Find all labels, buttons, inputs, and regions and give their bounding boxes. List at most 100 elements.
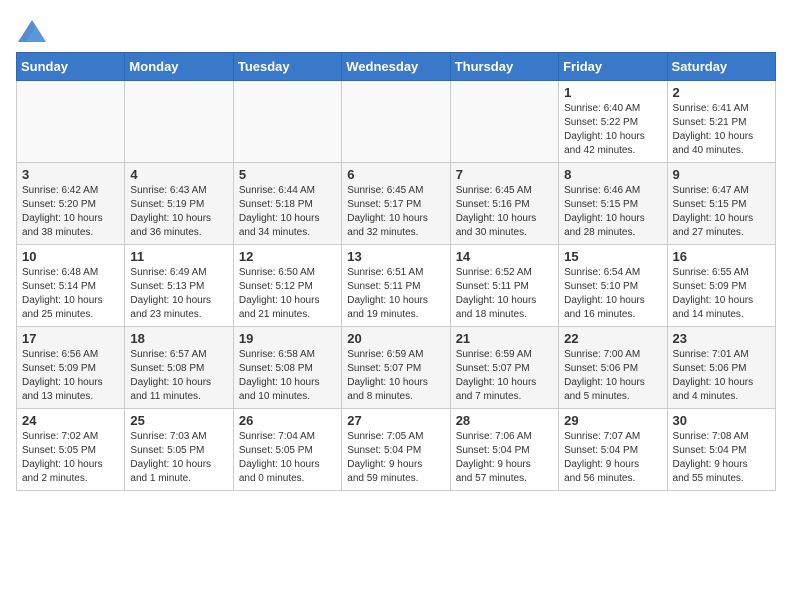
calendar-cell: 19 Sunrise: 6:58 AM Sunset: 5:08 PM Dayli…	[233, 327, 341, 409]
day-info: Sunrise: 6:57 AM Sunset: 5:08 PM Dayligh…	[130, 348, 227, 404]
day-info: Sunrise: 7:00 AM Sunset: 5:06 PM Dayligh…	[564, 348, 661, 404]
day-info: Sunrise: 6:47 AM Sunset: 5:15 PM Dayligh…	[673, 184, 770, 240]
calendar-cell: 17 Sunrise: 6:56 AM Sunset: 5:09 PM Dayli…	[17, 327, 125, 409]
calendar-cell: 10 Sunrise: 6:48 AM Sunset: 5:14 PM Dayli…	[17, 245, 125, 327]
calendar-cell: 25 Sunrise: 7:03 AM Sunset: 5:05 PM Dayli…	[125, 409, 233, 491]
calendar-cell: 29 Sunrise: 7:07 AM Sunset: 5:04 PM Dayli…	[559, 409, 667, 491]
day-number: 16	[673, 249, 770, 264]
day-number: 14	[456, 249, 553, 264]
day-info: Sunrise: 6:41 AM Sunset: 5:21 PM Dayligh…	[673, 102, 770, 158]
calendar-cell: 4Sunrise: 6:43 AM Sunset: 5:19 PM Daylig…	[125, 163, 233, 245]
day-info: Sunrise: 7:03 AM Sunset: 5:05 PM Dayligh…	[130, 430, 227, 486]
day-number: 25	[130, 413, 227, 428]
day-info: Sunrise: 6:52 AM Sunset: 5:11 PM Dayligh…	[456, 266, 553, 322]
day-number: 3	[22, 167, 119, 182]
calendar-cell: 27 Sunrise: 7:05 AM Sunset: 5:04 PM Dayli…	[342, 409, 450, 491]
calendar-cell: 23 Sunrise: 7:01 AM Sunset: 5:06 PM Dayli…	[667, 327, 775, 409]
calendar-cell: 11 Sunrise: 6:49 AM Sunset: 5:13 PM Dayli…	[125, 245, 233, 327]
day-number: 9	[673, 167, 770, 182]
day-number: 12	[239, 249, 336, 264]
calendar-header-row: SundayMondayTuesdayWednesdayThursdayFrid…	[17, 53, 776, 81]
calendar-cell	[450, 81, 558, 163]
day-info: Sunrise: 6:42 AM Sunset: 5:20 PM Dayligh…	[22, 184, 119, 240]
day-info: Sunrise: 6:58 AM Sunset: 5:08 PM Dayligh…	[239, 348, 336, 404]
day-info: Sunrise: 6:51 AM Sunset: 5:11 PM Dayligh…	[347, 266, 444, 322]
day-number: 24	[22, 413, 119, 428]
calendar-cell	[233, 81, 341, 163]
day-number: 1	[564, 85, 661, 100]
calendar-cell: 5 Sunrise: 6:44 AM Sunset: 5:18 PM Daylig…	[233, 163, 341, 245]
calendar-cell: 30 Sunrise: 7:08 AM Sunset: 5:04 PM Dayli…	[667, 409, 775, 491]
day-info: Sunrise: 6:40 AM Sunset: 5:22 PM Dayligh…	[564, 102, 661, 158]
calendar-cell	[342, 81, 450, 163]
calendar-cell	[17, 81, 125, 163]
weekday-header-wednesday: Wednesday	[342, 53, 450, 81]
calendar-cell: 1 Sunrise: 6:40 AM Sunset: 5:22 PM Daylig…	[559, 81, 667, 163]
day-number: 17	[22, 331, 119, 346]
day-info: Sunrise: 7:08 AM Sunset: 5:04 PM Dayligh…	[673, 430, 770, 486]
calendar-week-2: 3 Sunrise: 6:42 AM Sunset: 5:20 PM Daylig…	[17, 163, 776, 245]
day-number: 29	[564, 413, 661, 428]
day-number: 27	[347, 413, 444, 428]
day-info: Sunrise: 6:55 AM Sunset: 5:09 PM Dayligh…	[673, 266, 770, 322]
day-number: 23	[673, 331, 770, 346]
day-number: 18	[130, 331, 227, 346]
calendar-week-5: 24 Sunrise: 7:02 AM Sunset: 5:05 PM Dayli…	[17, 409, 776, 491]
calendar-cell: 21 Sunrise: 6:59 AM Sunset: 5:07 PM Dayli…	[450, 327, 558, 409]
day-info: Sunrise: 6:49 AM Sunset: 5:13 PM Dayligh…	[130, 266, 227, 322]
day-info: Sunrise: 7:02 AM Sunset: 5:05 PM Dayligh…	[22, 430, 119, 486]
calendar-cell: 24 Sunrise: 7:02 AM Sunset: 5:05 PM Dayli…	[17, 409, 125, 491]
day-number: 19	[239, 331, 336, 346]
calendar-cell: 16 Sunrise: 6:55 AM Sunset: 5:09 PM Dayli…	[667, 245, 775, 327]
day-info: Sunrise: 7:07 AM Sunset: 5:04 PM Dayligh…	[564, 430, 661, 486]
day-info: Sunrise: 6:59 AM Sunset: 5:07 PM Dayligh…	[347, 348, 444, 404]
day-number: 21	[456, 331, 553, 346]
page-header	[16, 16, 776, 42]
calendar-week-1: 1 Sunrise: 6:40 AM Sunset: 5:22 PM Daylig…	[17, 81, 776, 163]
day-number: 10	[22, 249, 119, 264]
day-number: 6	[347, 167, 444, 182]
day-info: Sunrise: 7:04 AM Sunset: 5:05 PM Dayligh…	[239, 430, 336, 486]
day-info: Sunrise: 6:54 AM Sunset: 5:10 PM Dayligh…	[564, 266, 661, 322]
calendar-cell: 12 Sunrise: 6:50 AM Sunset: 5:12 PM Dayli…	[233, 245, 341, 327]
day-info: Sunrise: 6:56 AM Sunset: 5:09 PM Dayligh…	[22, 348, 119, 404]
weekday-header-sunday: Sunday	[17, 53, 125, 81]
day-number: 13	[347, 249, 444, 264]
logo	[16, 20, 46, 42]
calendar-cell: 6 Sunrise: 6:45 AM Sunset: 5:17 PM Daylig…	[342, 163, 450, 245]
day-info: Sunrise: 6:48 AM Sunset: 5:14 PM Dayligh…	[22, 266, 119, 322]
calendar-cell: 8 Sunrise: 6:46 AM Sunset: 5:15 PM Daylig…	[559, 163, 667, 245]
day-info: Sunrise: 6:50 AM Sunset: 5:12 PM Dayligh…	[239, 266, 336, 322]
day-info: Sunrise: 7:01 AM Sunset: 5:06 PM Dayligh…	[673, 348, 770, 404]
day-info: Sunrise: 6:59 AM Sunset: 5:07 PM Dayligh…	[456, 348, 553, 404]
day-number: 11	[130, 249, 227, 264]
day-number: 26	[239, 413, 336, 428]
day-number: 4	[130, 167, 227, 182]
day-number: 30	[673, 413, 770, 428]
weekday-header-monday: Monday	[125, 53, 233, 81]
day-info: Sunrise: 7:05 AM Sunset: 5:04 PM Dayligh…	[347, 430, 444, 486]
calendar-cell: 14 Sunrise: 6:52 AM Sunset: 5:11 PM Dayli…	[450, 245, 558, 327]
weekday-header-friday: Friday	[559, 53, 667, 81]
day-number: 20	[347, 331, 444, 346]
calendar-cell: 13 Sunrise: 6:51 AM Sunset: 5:11 PM Dayli…	[342, 245, 450, 327]
day-info: Sunrise: 6:46 AM Sunset: 5:15 PM Dayligh…	[564, 184, 661, 240]
calendar-cell: 26 Sunrise: 7:04 AM Sunset: 5:05 PM Dayli…	[233, 409, 341, 491]
day-info: Sunrise: 6:45 AM Sunset: 5:16 PM Dayligh…	[456, 184, 553, 240]
calendar-table: SundayMondayTuesdayWednesdayThursdayFrid…	[16, 52, 776, 491]
calendar-week-3: 10 Sunrise: 6:48 AM Sunset: 5:14 PM Dayli…	[17, 245, 776, 327]
day-number: 28	[456, 413, 553, 428]
day-number: 5	[239, 167, 336, 182]
calendar-cell: 22 Sunrise: 7:00 AM Sunset: 5:06 PM Dayli…	[559, 327, 667, 409]
logo-icon	[18, 20, 46, 42]
weekday-header-tuesday: Tuesday	[233, 53, 341, 81]
calendar-cell: 15Sunrise: 6:54 AM Sunset: 5:10 PM Dayli…	[559, 245, 667, 327]
day-info: Sunrise: 6:44 AM Sunset: 5:18 PM Dayligh…	[239, 184, 336, 240]
day-number: 8	[564, 167, 661, 182]
day-info: Sunrise: 6:45 AM Sunset: 5:17 PM Dayligh…	[347, 184, 444, 240]
weekday-header-saturday: Saturday	[667, 53, 775, 81]
calendar-cell: 28Sunrise: 7:06 AM Sunset: 5:04 PM Dayli…	[450, 409, 558, 491]
calendar-cell: 3 Sunrise: 6:42 AM Sunset: 5:20 PM Daylig…	[17, 163, 125, 245]
day-number: 7	[456, 167, 553, 182]
day-number: 22	[564, 331, 661, 346]
